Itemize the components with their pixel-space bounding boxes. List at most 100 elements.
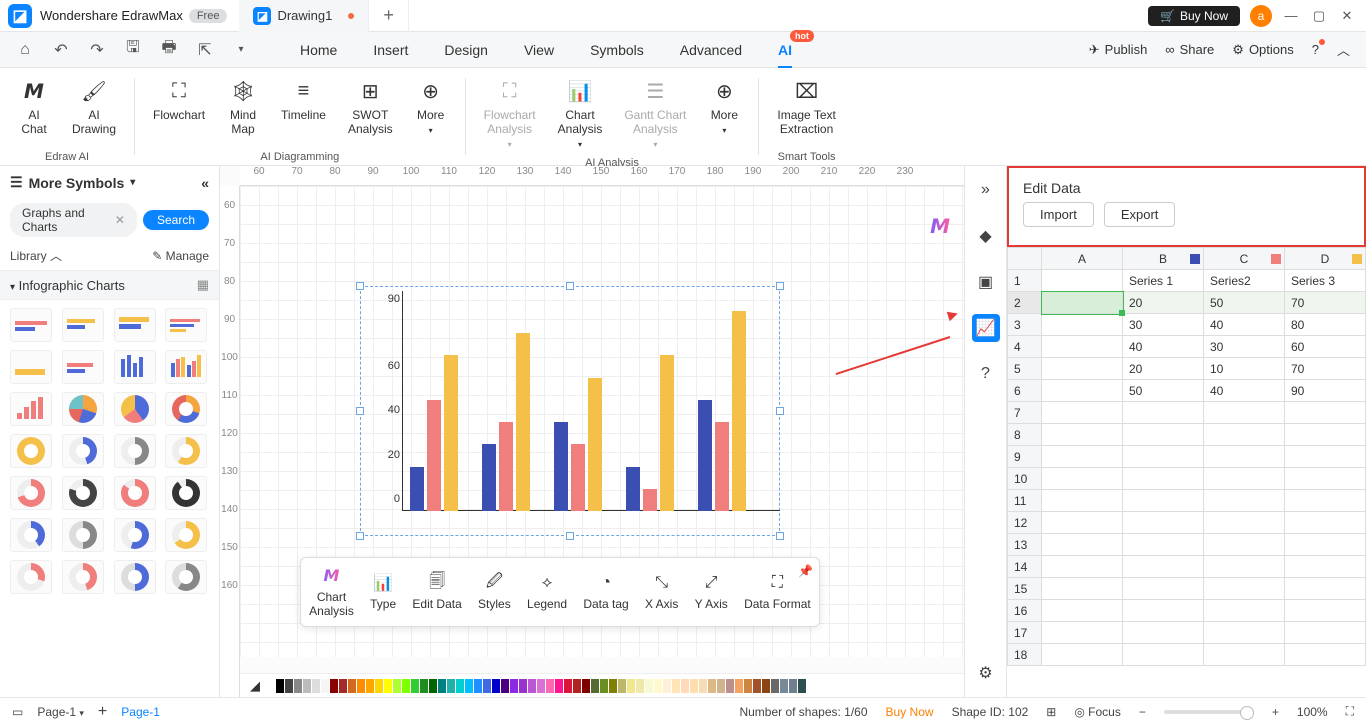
color-swatch[interactable] [519,679,527,693]
chart-thumb[interactable] [114,392,156,426]
resize-handle[interactable] [566,282,574,290]
timeline-button[interactable]: ≡Timeline [273,74,334,126]
color-swatch[interactable] [330,679,338,693]
chart-thumb[interactable] [114,476,156,510]
chart-thumb[interactable] [114,560,156,594]
manage-button[interactable]: ✎ Manage [152,249,209,263]
minimize-button[interactable]: — [1282,7,1300,25]
section-view-icon[interactable]: ▦ [197,277,209,293]
document-tab[interactable]: ◪ Drawing1 [239,0,369,32]
color-swatch[interactable] [789,679,797,693]
chart-thumb[interactable] [62,392,104,426]
help-button[interactable]: ? [1312,42,1319,57]
color-swatch[interactable] [645,679,653,693]
user-avatar[interactable]: a [1250,5,1272,27]
bar-chart[interactable]: 020406090 [380,291,780,511]
color-swatch[interactable] [798,679,806,693]
chart-thumb[interactable] [10,476,52,510]
chart-thumb[interactable] [62,518,104,552]
color-swatch[interactable] [411,679,419,693]
color-swatch[interactable] [456,679,464,693]
chart-thumb[interactable] [10,560,52,594]
search-button[interactable]: Search [143,210,209,230]
ft-dataformat[interactable]: ⛶Data Format [744,573,811,611]
publish-button[interactable]: ✈Publish [1089,42,1148,58]
color-swatch[interactable] [753,679,761,693]
view-grid-icon[interactable]: ⊞ [1046,705,1056,719]
close-icon[interactable]: ✕ [115,213,125,227]
eyedropper-icon[interactable]: ◢ [250,678,260,694]
library-button[interactable]: Library ︿ [10,247,62,264]
chart-thumb[interactable] [165,434,207,468]
color-swatch[interactable] [744,679,752,693]
export-button[interactable]: Export [1104,202,1176,227]
color-swatch[interactable] [294,679,302,693]
collapse-sidebar-button[interactable]: « [201,175,209,191]
color-swatch[interactable] [429,679,437,693]
ft-styles[interactable]: 🖉Styles [478,573,511,611]
chart-thumb[interactable] [62,476,104,510]
chart-thumb[interactable] [165,518,207,552]
home-icon[interactable]: ⌂ [16,41,34,59]
color-swatch[interactable] [663,679,671,693]
more-qat-icon[interactable]: ▾ [232,41,250,59]
mindmap-button[interactable]: 🕸Mind Map [219,74,267,140]
color-swatch[interactable] [393,679,401,693]
options-button[interactable]: ⚙Options [1232,42,1293,58]
color-swatch[interactable] [483,679,491,693]
resize-handle[interactable] [356,532,364,540]
new-tab-button[interactable]: + [369,0,409,32]
chevron-down-icon[interactable]: ▾ [10,282,15,293]
chart-thumb[interactable] [165,392,207,426]
tab-insert[interactable]: Insert [373,34,408,66]
color-swatch[interactable] [438,679,446,693]
color-swatch[interactable] [339,679,347,693]
close-button[interactable]: ✕ [1338,7,1356,25]
share-button[interactable]: ∞Share [1165,42,1214,57]
color-swatch[interactable] [501,679,509,693]
more-diagram-button[interactable]: ⊕More▾ [407,74,455,139]
color-swatch[interactable] [402,679,410,693]
collapse-ribbon-button[interactable]: ︿ [1337,40,1350,59]
maximize-button[interactable]: ▢ [1310,7,1328,25]
color-swatch[interactable] [276,679,284,693]
chart-thumb[interactable] [114,350,156,384]
ai-chat-button[interactable]: 𝙈AI Chat [10,74,58,140]
color-swatch[interactable] [492,679,500,693]
color-swatch[interactable] [609,679,617,693]
color-swatch[interactable] [582,679,590,693]
export-icon[interactable]: ⇱ [196,41,214,59]
resize-handle[interactable] [356,407,364,415]
print-icon[interactable]: 🖶 [160,41,178,59]
ft-chart-analysis[interactable]: 𝙈Chart Analysis [309,566,354,618]
chevron-down-icon[interactable]: ▾ [130,177,135,188]
rail-collapse-button[interactable]: » [972,176,1000,204]
tab-symbols[interactable]: Symbols [590,34,644,66]
status-buy-now[interactable]: Buy Now [886,705,934,719]
color-swatch[interactable] [420,679,428,693]
add-page-button[interactable]: + [98,703,107,721]
zoom-in-button[interactable]: + [1272,705,1279,719]
color-swatch[interactable] [681,679,689,693]
tab-design[interactable]: Design [444,34,488,66]
rail-help-button[interactable]: ? [972,360,1000,388]
color-swatch[interactable] [600,679,608,693]
color-swatch[interactable] [474,679,482,693]
ft-xaxis[interactable]: ⤡X Axis [645,573,678,611]
save-icon[interactable]: 🖫 [124,41,142,59]
chart-thumb[interactable] [10,308,52,342]
color-swatch[interactable] [384,679,392,693]
color-swatch[interactable] [618,679,626,693]
rail-settings-button[interactable]: ⚙ [972,659,1000,687]
chart-thumb[interactable] [62,560,104,594]
pin-icon[interactable]: 📌 [798,564,813,578]
chart-analysis-button[interactable]: 📊Chart Analysis▾ [550,74,611,153]
filter-chip[interactable]: Graphs and Charts ✕ [10,203,137,237]
color-swatch[interactable] [627,679,635,693]
page-selector[interactable]: Page-1 ▾ [37,705,84,719]
chart-thumb[interactable] [62,434,104,468]
color-swatch[interactable] [672,679,680,693]
color-swatch[interactable] [447,679,455,693]
color-swatch[interactable] [717,679,725,693]
ft-edit-data[interactable]: 🗐Edit Data [412,573,461,611]
